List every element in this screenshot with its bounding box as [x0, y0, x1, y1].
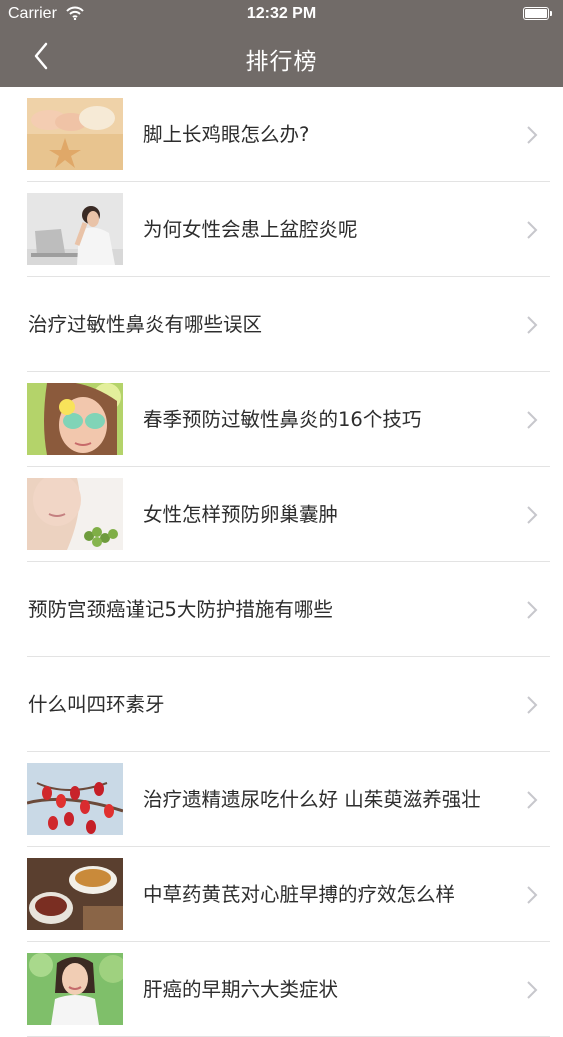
thumbnail-image	[27, 98, 123, 170]
article-list: 脚上长鸡眼怎么办? 为何女性会患上盆腔炎呢 治疗过敏性鼻炎有哪些误区 春季预防过…	[0, 87, 563, 1037]
list-item[interactable]: 女性怎样预防卵巢囊肿	[0, 467, 563, 562]
chevron-right-icon	[527, 886, 538, 904]
item-title: 春季预防过敏性鼻炎的16个技巧	[143, 407, 422, 431]
thumbnail-image	[27, 478, 123, 550]
item-title: 脚上长鸡眼怎么办?	[143, 122, 310, 146]
list-item[interactable]: 肝癌的早期六大类症状	[0, 942, 563, 1037]
item-title: 治疗遗精遗尿吃什么好 山茱萸滋养强壮	[143, 787, 481, 811]
item-title: 治疗过敏性鼻炎有哪些误区	[28, 312, 263, 336]
item-title: 肝癌的早期六大类症状	[143, 977, 339, 1001]
list-item[interactable]: 春季预防过敏性鼻炎的16个技巧	[0, 372, 563, 467]
battery-icon	[523, 7, 553, 22]
page-title: 排行榜	[245, 49, 318, 75]
item-title: 预防宫颈癌谨记5大防护措施有哪些	[28, 597, 333, 621]
list-item[interactable]: 脚上长鸡眼怎么办?	[0, 87, 563, 182]
chevron-right-icon	[527, 981, 538, 999]
status-bar: Carrier 12:32 PM	[0, 0, 563, 30]
chevron-right-icon	[527, 126, 538, 144]
chevron-right-icon	[527, 791, 538, 809]
nav-bar: 排行榜	[0, 30, 563, 87]
clock: 12:32 PM	[246, 5, 317, 22]
thumbnail-image	[27, 763, 123, 835]
list-item[interactable]: 什么叫四环素牙	[0, 657, 563, 752]
chevron-right-icon	[527, 316, 538, 334]
chevron-right-icon	[527, 601, 538, 619]
thumbnail-image	[27, 383, 123, 455]
item-title: 女性怎样预防卵巢囊肿	[143, 502, 339, 526]
thumbnail-image	[27, 953, 123, 1025]
chevron-right-icon	[527, 411, 538, 429]
thumbnail-image	[27, 193, 123, 265]
chevron-right-icon	[527, 221, 538, 239]
chevron-right-icon	[527, 506, 538, 524]
list-item[interactable]: 中草药黄芪对心脏早搏的疗效怎么样	[0, 847, 563, 942]
header: Carrier 12:32 PM 排行榜	[0, 0, 563, 87]
item-title: 为何女性会患上盆腔炎呢	[143, 217, 358, 241]
chevron-right-icon	[527, 696, 538, 714]
item-title: 什么叫四环素牙	[28, 692, 165, 716]
list-item[interactable]: 为何女性会患上盆腔炎呢	[0, 182, 563, 277]
list-item[interactable]: 治疗遗精遗尿吃什么好 山茱萸滋养强壮	[0, 752, 563, 847]
item-title: 中草药黄芪对心脏早搏的疗效怎么样	[143, 882, 456, 906]
list-item[interactable]: 预防宫颈癌谨记5大防护措施有哪些	[0, 562, 563, 657]
thumbnail-image	[27, 858, 123, 930]
list-item[interactable]: 治疗过敏性鼻炎有哪些误区	[0, 277, 563, 372]
